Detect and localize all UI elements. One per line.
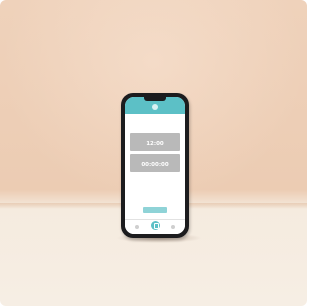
countdown-panel: 00:00:00 xyxy=(130,154,180,172)
action-button[interactable] xyxy=(143,207,167,213)
phone-screen: 12:00 00:00:00 xyxy=(125,97,185,234)
bottom-nav xyxy=(125,219,185,234)
product-photo: 12:00 00:00:00 xyxy=(0,0,307,306)
time-panel-value: 12:00 xyxy=(146,141,164,147)
home-icon[interactable] xyxy=(135,225,139,229)
settings-icon[interactable] xyxy=(171,225,175,229)
phone-notch xyxy=(144,97,166,101)
center-action-icon[interactable] xyxy=(151,221,160,230)
app-header xyxy=(125,97,185,114)
countdown-panel-value: 00:00:00 xyxy=(141,162,169,168)
smartphone: 12:00 00:00:00 xyxy=(121,93,189,238)
app-logo-icon xyxy=(152,104,158,110)
time-panel: 12:00 xyxy=(130,133,180,151)
